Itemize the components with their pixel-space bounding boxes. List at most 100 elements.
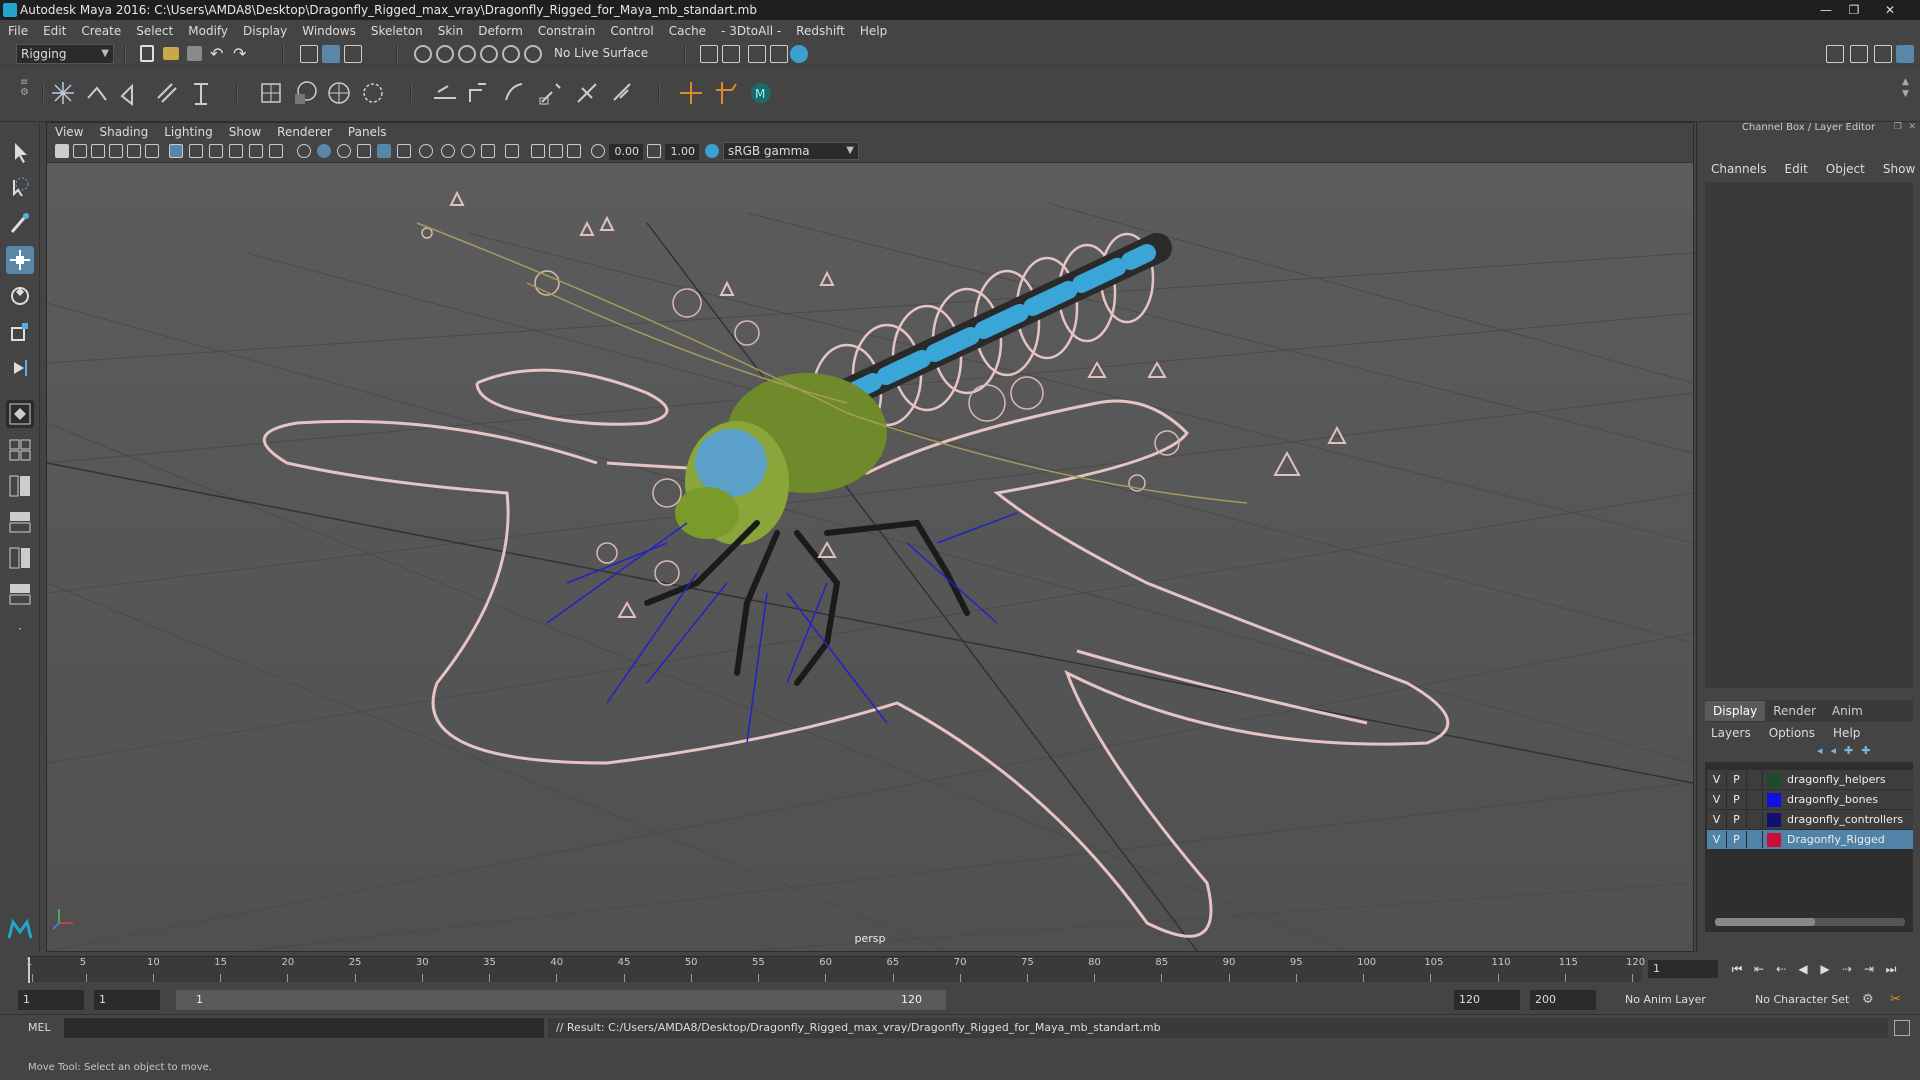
layers-menu[interactable]: Layers [1711, 726, 1751, 740]
tab-display[interactable]: Display [1705, 701, 1766, 721]
script-editor-icon[interactable] [1894, 1020, 1910, 1036]
select-by-component-icon[interactable] [344, 45, 362, 63]
snap-to-grids-icon[interactable] [414, 45, 432, 63]
2d-pan-zoom-icon[interactable] [127, 144, 141, 158]
layer-color-swatch[interactable] [1767, 772, 1781, 787]
redo-icon[interactable]: ↷ [233, 44, 251, 63]
xray-active-icon[interactable] [549, 144, 563, 158]
quick-rig-icon[interactable] [152, 78, 182, 108]
wireframe-icon[interactable] [297, 144, 311, 158]
tab-anim[interactable]: Anim [1824, 701, 1871, 721]
snap-to-curves-icon[interactable] [436, 45, 454, 63]
shelf-menu-icon[interactable]: ≡ ⚙ [20, 78, 34, 108]
move-tool-icon[interactable] [6, 246, 34, 274]
hypershade-layout-icon[interactable] [6, 544, 34, 572]
camera-attributes-icon[interactable] [73, 144, 87, 158]
go-to-end-icon[interactable]: ⏭ [1882, 960, 1900, 978]
render-view-icon[interactable] [770, 45, 788, 63]
show-menu[interactable]: Show [1883, 162, 1915, 176]
shadows-icon[interactable] [397, 144, 411, 158]
play-backwards-icon[interactable]: ◀ [1794, 960, 1812, 978]
snap-to-view-planes-icon[interactable] [480, 45, 498, 63]
maximize-button[interactable]: ❐ [1842, 2, 1866, 18]
toolbox-expand-icon[interactable]: · [6, 622, 34, 650]
edit-menu[interactable]: Edit [1785, 162, 1808, 176]
playback-toggle[interactable]: P [1727, 791, 1747, 808]
render-settings-icon[interactable] [700, 45, 718, 63]
display-type-toggle[interactable] [1747, 811, 1763, 828]
step-forward-frame-icon[interactable]: ⇥ [1860, 960, 1878, 978]
display-type-toggle[interactable] [1747, 831, 1763, 848]
animation-end-field[interactable]: 200 [1530, 990, 1596, 1010]
playback-toggle[interactable]: P [1727, 831, 1747, 848]
layer-row-selected[interactable]: V P Dragonfly_Rigged [1707, 830, 1913, 849]
layer-action-icons[interactable]: ◂◂✚✚ [1817, 744, 1878, 757]
layer-row[interactable]: V P dragonfly_bones [1707, 790, 1913, 809]
new-scene-icon[interactable] [140, 45, 154, 62]
rotate-tool-icon[interactable] [6, 282, 34, 310]
select-by-object-icon[interactable] [322, 45, 340, 63]
viewport-menu-panels[interactable]: Panels [348, 125, 387, 139]
channel-box-area[interactable] [1705, 182, 1913, 688]
menu-3dtoall[interactable]: - 3DtoAll - [721, 24, 781, 38]
last-tool-icon[interactable] [6, 354, 34, 382]
film-gate-icon[interactable] [189, 144, 203, 158]
menu-windows[interactable]: Windows [302, 24, 356, 38]
go-to-start-icon[interactable]: ⏮ [1728, 960, 1746, 978]
ipr-render-icon[interactable] [748, 45, 766, 63]
bind-skin-icon[interactable] [430, 78, 460, 108]
hypershade-icon[interactable] [790, 45, 808, 63]
cluster-icon[interactable] [256, 78, 286, 108]
menu-file[interactable]: File [8, 24, 28, 38]
script-language-button[interactable]: MEL [28, 1021, 51, 1034]
exposure-icon[interactable] [591, 144, 605, 158]
step-forward-key-icon[interactable]: ⇢ [1838, 960, 1856, 978]
paint-weights-icon[interactable] [500, 78, 530, 108]
layer-color-swatch[interactable] [1767, 792, 1781, 807]
snap-to-points-icon[interactable] [458, 45, 476, 63]
sculpt-deformer-icon[interactable] [358, 78, 388, 108]
color-management-icon[interactable] [705, 144, 719, 158]
menu-constrain[interactable]: Constrain [538, 24, 596, 38]
playback-start-field[interactable]: 1 [94, 990, 160, 1010]
humanik-character-icon[interactable]: M [746, 78, 776, 108]
grease-pencil-icon[interactable] [145, 144, 159, 158]
grid-toggle-icon[interactable] [169, 144, 183, 158]
current-frame-field[interactable]: 1 [1648, 960, 1718, 978]
wireframe-on-shaded-icon[interactable] [337, 144, 351, 158]
gamma-icon[interactable] [647, 144, 661, 158]
interactive-bind-icon[interactable] [464, 78, 494, 108]
anim-layer-dropdown[interactable]: No Anim Layer [1620, 990, 1740, 1010]
use-all-lights-icon[interactable] [377, 144, 391, 158]
humanik-icon[interactable] [186, 78, 216, 108]
menu-redshift[interactable]: Redshift [796, 24, 845, 38]
viewport-menu-show[interactable]: Show [229, 125, 261, 139]
time-slider-track[interactable]: 1 5 10 15 20 25 30 35 40 45 50 55 60 65 70 75 80 85 90 95 10… [26, 956, 1645, 983]
parent-constraint-icon[interactable] [712, 78, 742, 108]
viewport-menu-renderer[interactable]: Renderer [277, 125, 332, 139]
viewport-menu-lighting[interactable]: Lighting [164, 125, 213, 139]
channels-menu[interactable]: Channels [1711, 162, 1767, 176]
color-space-dropdown[interactable]: sRGB gamma ▼ [723, 142, 859, 160]
visibility-toggle[interactable]: V [1707, 791, 1727, 808]
range-bar[interactable]: 1 120 [176, 990, 946, 1010]
exposure-field[interactable]: 0.00 [609, 144, 643, 160]
anti-aliasing-icon[interactable] [461, 144, 475, 158]
shelf-scroll-arrows-icon[interactable]: ▲ ▼ [1902, 76, 1909, 100]
minimize-button[interactable]: — [1814, 2, 1838, 18]
playback-end-field[interactable]: 120 [1454, 990, 1520, 1010]
ambient-occlusion-icon[interactable] [419, 144, 433, 158]
scale-tool-icon[interactable] [6, 318, 34, 346]
command-input[interactable] [64, 1018, 544, 1038]
live-surface-field[interactable]: No Live Surface [550, 44, 650, 64]
playback-toggle[interactable]: P [1727, 811, 1747, 828]
menu-skeleton[interactable]: Skeleton [371, 24, 423, 38]
bookmark-icon[interactable] [91, 144, 105, 158]
lasso-tool-icon[interactable] [6, 174, 34, 202]
xray-joints-icon[interactable] [567, 144, 581, 158]
auto-key-icon[interactable]: ⚙ [1862, 992, 1874, 1007]
help-menu[interactable]: Help [1833, 726, 1860, 740]
isolate-select-icon[interactable] [505, 144, 519, 158]
menuset-dropdown[interactable]: Rigging ▼ [16, 44, 114, 64]
tool-settings-icon[interactable] [1874, 45, 1892, 63]
